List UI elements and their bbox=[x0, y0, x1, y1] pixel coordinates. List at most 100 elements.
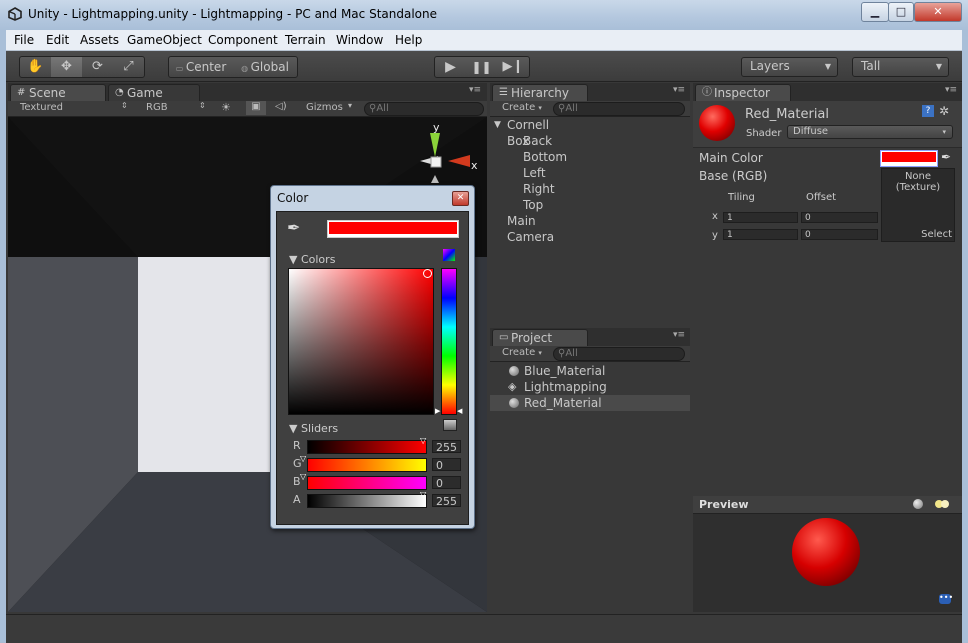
pivot-global-button[interactable]: ◍ Global bbox=[233, 57, 297, 77]
slider-a[interactable] bbox=[307, 494, 427, 508]
slider-g[interactable] bbox=[307, 458, 427, 472]
tab-game[interactable]: ◔ Game bbox=[108, 84, 200, 102]
help-icon[interactable]: ? bbox=[922, 105, 934, 117]
playback-controls: ▶ ❚❚ ▶❙ bbox=[434, 56, 530, 78]
tab-scene-label: Scene bbox=[29, 86, 66, 100]
color-mode-dropdown[interactable]: RGB bbox=[146, 102, 168, 113]
panel-menu-icon[interactable]: ▾≡ bbox=[673, 330, 685, 340]
pivot-center-button[interactable]: ▭ Center bbox=[169, 57, 233, 77]
offset-y-field[interactable]: 0 bbox=[801, 229, 878, 240]
gizmo-y-label: y bbox=[433, 121, 440, 134]
hue-slider[interactable] bbox=[441, 268, 457, 415]
gizmos-dropdown[interactable]: Gizmos bbox=[306, 102, 343, 113]
tab-inspector[interactable]: ⓘ Inspector bbox=[695, 84, 791, 102]
render-mode-dropdown[interactable]: Textured bbox=[20, 102, 63, 113]
project-search-input[interactable]: ⚲All bbox=[553, 347, 685, 361]
slider-a-label: A bbox=[293, 493, 301, 506]
panel-menu-icon[interactable]: ▾≡ bbox=[469, 85, 481, 95]
close-window-button[interactable]: ✕ bbox=[914, 2, 962, 22]
play-icon[interactable]: ▶ bbox=[435, 57, 466, 77]
move-icon[interactable]: ✥ bbox=[51, 57, 82, 77]
hierarchy-create-dropdown[interactable]: Create ▾ bbox=[502, 102, 542, 113]
sliders-foldout[interactable]: ▼ Sliders bbox=[289, 422, 338, 435]
slider-g-value[interactable]: 0 bbox=[432, 458, 461, 472]
minimize-button[interactable]: ▁ bbox=[861, 2, 889, 22]
main-color-field[interactable] bbox=[880, 150, 938, 167]
gear-icon[interactable]: ✲ bbox=[939, 104, 949, 118]
tiling-x-field[interactable]: 1 bbox=[723, 212, 798, 223]
menu-file[interactable]: File bbox=[14, 33, 34, 47]
slider-a-value[interactable]: 255 bbox=[432, 494, 461, 508]
preview-panel: Preview ••• bbox=[693, 496, 962, 612]
layers-dropdown[interactable]: Layers ▼ bbox=[741, 57, 838, 77]
menu-component[interactable]: Component bbox=[208, 33, 278, 47]
audio-toggle-icon[interactable]: ◁) bbox=[275, 101, 287, 112]
offset-x-field[interactable]: 0 bbox=[801, 212, 878, 223]
menu-gameobject[interactable]: GameObject bbox=[127, 33, 202, 47]
hierarchy-panel: ☰ Hierarchy ▾≡ Create ▾ ⚲All ▼ Cornell B… bbox=[490, 83, 690, 323]
maximize-button[interactable]: □ bbox=[888, 2, 914, 22]
tab-scene[interactable]: # Scene bbox=[10, 84, 106, 102]
scene-gizmo[interactable] bbox=[406, 125, 484, 187]
slider-r-value[interactable]: 255 bbox=[432, 440, 461, 454]
colors-foldout[interactable]: ▼ Colors bbox=[289, 253, 335, 266]
hue-handle-left-icon[interactable]: ▶ bbox=[435, 407, 440, 415]
slider-mode-toggle-icon[interactable] bbox=[443, 419, 457, 431]
slider-r-handle-icon[interactable]: ▽ bbox=[420, 436, 426, 445]
project-create-dropdown[interactable]: Create ▾ bbox=[502, 347, 542, 358]
hand-icon[interactable]: ✋ bbox=[20, 57, 51, 77]
slider-b[interactable] bbox=[307, 476, 427, 490]
step-icon[interactable]: ▶❙ bbox=[497, 57, 529, 77]
chevron-down-icon: ▾ bbox=[538, 349, 542, 357]
shader-dropdown[interactable]: Diffuse ▾ bbox=[787, 125, 953, 139]
menu-help[interactable]: Help bbox=[395, 33, 422, 47]
unity-logo-icon bbox=[8, 7, 22, 21]
panel-menu-icon[interactable]: ▾≡ bbox=[945, 85, 957, 95]
menu-assets[interactable]: Assets bbox=[80, 33, 119, 47]
list-item-selected[interactable]: Red_Material bbox=[490, 395, 690, 411]
hue-handle-right-icon[interactable]: ◀ bbox=[457, 407, 462, 415]
material-preview-sphere[interactable] bbox=[792, 518, 860, 586]
texture-slot[interactable]: None (Texture) Select bbox=[881, 168, 955, 242]
eyedropper-icon[interactable]: ✒ bbox=[287, 218, 300, 237]
saturation-value-square[interactable] bbox=[288, 268, 434, 415]
tiling-y-axis-label: y bbox=[712, 230, 718, 241]
tab-hierarchy[interactable]: ☰ Hierarchy bbox=[492, 84, 588, 102]
slider-a-handle-icon[interactable]: ▽ bbox=[420, 490, 426, 499]
color-picker-cursor[interactable] bbox=[423, 269, 432, 278]
tiling-y-field[interactable]: 1 bbox=[723, 229, 798, 240]
slider-b-value[interactable]: 0 bbox=[432, 476, 461, 490]
color-picker-close-button[interactable]: ✕ bbox=[452, 191, 469, 206]
preview-mesh-sphere-icon[interactable] bbox=[913, 499, 923, 509]
menu-edit[interactable]: Edit bbox=[46, 33, 69, 47]
chevron-updown-icon: ⇕ bbox=[199, 101, 206, 110]
pause-icon[interactable]: ❚❚ bbox=[466, 57, 497, 77]
lighting-toggle-icon[interactable]: ☀ bbox=[221, 101, 231, 114]
slider-b-handle-icon[interactable]: ▽ bbox=[300, 472, 306, 481]
slider-g-handle-icon[interactable]: ▽ bbox=[300, 454, 306, 463]
slider-r[interactable] bbox=[307, 440, 427, 454]
list-item[interactable]: Blue_Material bbox=[490, 363, 690, 379]
scene-panel-header: # Scene ◔ Game ▾≡ Textured ⇕ RGB ⇕ ☀ ▣ ◁… bbox=[8, 83, 487, 117]
preview-lights-icon[interactable] bbox=[935, 499, 949, 509]
more-options-icon[interactable]: ••• bbox=[939, 594, 953, 604]
scene-search-input[interactable]: ⚲All bbox=[364, 102, 484, 116]
chevron-down-icon: ▼ bbox=[824, 62, 831, 71]
hierarchy-search-input[interactable]: ⚲All bbox=[553, 102, 685, 116]
panel-menu-icon[interactable]: ▾≡ bbox=[673, 85, 685, 95]
scale-icon[interactable]: ⤢ bbox=[113, 57, 144, 77]
eyedropper-icon[interactable]: ✒ bbox=[941, 150, 951, 164]
menu-window[interactable]: Window bbox=[336, 33, 383, 47]
rotate-icon[interactable]: ⟳ bbox=[82, 57, 113, 77]
foldout-expanded-icon[interactable]: ▼ bbox=[494, 117, 501, 133]
texture-select-button[interactable]: Select bbox=[921, 229, 952, 240]
layout-dropdown[interactable]: Tall ▼ bbox=[852, 57, 949, 77]
hierarchy-search-placeholder: All bbox=[565, 103, 578, 114]
color-space-toggle-icon[interactable] bbox=[443, 249, 455, 261]
tab-project[interactable]: ▭ Project bbox=[492, 329, 588, 347]
list-item[interactable]: ◈ Lightmapping bbox=[490, 379, 690, 395]
current-color-swatch[interactable] bbox=[329, 222, 457, 234]
menu-terrain[interactable]: Terrain bbox=[285, 33, 326, 47]
image-toggle-icon[interactable]: ▣ bbox=[246, 101, 266, 115]
color-picker-window[interactable]: Color ✕ ✒ ▼ Colors ▶ ◀ ▼ Sliders R ▽ 255… bbox=[270, 185, 475, 529]
